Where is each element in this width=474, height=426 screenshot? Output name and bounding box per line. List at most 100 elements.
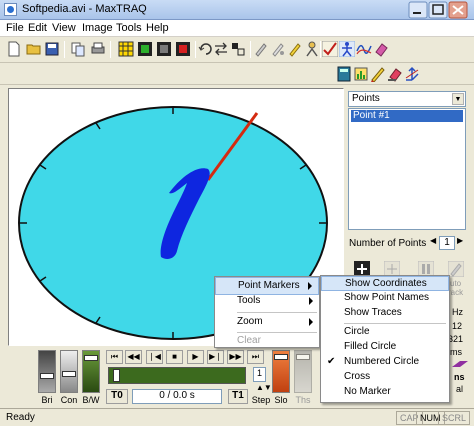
ms-label: ms <box>450 347 462 357</box>
bw-label: B/W <box>82 395 100 405</box>
copy-icon[interactable] <box>70 41 86 57</box>
minimize-button[interactable] <box>408 1 428 19</box>
points-dropdown-label: Points <box>352 93 380 104</box>
brightness-slider[interactable] <box>38 350 56 393</box>
submenu-arrow-icon <box>309 297 313 305</box>
step-arrows-icon[interactable]: ▲▼ <box>256 383 272 392</box>
contrast-slider[interactable] <box>60 350 78 393</box>
grid-color-icon[interactable] <box>118 41 134 57</box>
value-321: 321 <box>448 334 464 344</box>
pen-gray-icon[interactable] <box>270 41 286 57</box>
grid-green-icon[interactable] <box>137 41 153 57</box>
submenu-item-no-marker[interactable]: No Marker <box>321 385 449 400</box>
point-markers-submenu: Show Coordinates Show Point Names Show T… <box>320 275 450 403</box>
pencil-gray-icon[interactable] <box>448 261 464 277</box>
menu-view[interactable]: View <box>52 22 76 34</box>
menu-image[interactable]: Image <box>82 22 113 34</box>
menu-item-zoom[interactable]: Zoom <box>215 314 319 332</box>
threshold-slider[interactable] <box>294 350 312 393</box>
axes-arrows-icon[interactable] <box>404 66 420 82</box>
step-input[interactable]: 1 <box>253 367 266 382</box>
checkmark-icon: ✔ <box>327 356 336 367</box>
rewind-to-start-button[interactable]: ⏮ <box>106 350 123 364</box>
slider-knob[interactable] <box>274 354 288 360</box>
menu-item-label: Tools <box>237 295 261 306</box>
number-of-points-input[interactable]: 1 <box>439 236 455 250</box>
play-button[interactable]: ▶ <box>187 350 204 364</box>
slider-knob[interactable] <box>40 373 54 379</box>
scrl-indicator: SCRL <box>438 411 471 425</box>
slider-knob[interactable] <box>62 371 76 377</box>
crop-icon[interactable] <box>230 41 246 57</box>
submenu-item-filled-circle[interactable]: Filled Circle <box>321 340 449 355</box>
time-display: 0 / 0.0 s <box>132 389 222 404</box>
submenu-item-show-coordinates[interactable]: Show Coordinates <box>321 276 449 291</box>
bw-slider[interactable] <box>82 350 100 393</box>
submenu-item-show-point-names[interactable]: Show Point Names <box>321 291 449 306</box>
close-button[interactable] <box>448 1 468 19</box>
toolbar-separator <box>250 41 251 58</box>
slider-knob[interactable] <box>296 354 310 360</box>
status-bar: Ready CAP NUM SCRL <box>0 408 474 426</box>
increment-arrow-icon[interactable]: ▶ <box>457 236 466 250</box>
menu-item-label: Point Markers <box>238 280 300 291</box>
timeline-slider[interactable] <box>108 367 246 384</box>
save-icon[interactable] <box>44 41 60 57</box>
menu-help[interactable]: Help <box>146 22 169 34</box>
skip-to-end-button[interactable]: ⏭ <box>247 350 264 364</box>
fast-back-button[interactable]: ◀◀ <box>125 350 142 364</box>
marker-pen-icon[interactable] <box>253 41 269 57</box>
number-of-points-label: Number of Points <box>349 238 427 249</box>
list-item[interactable]: Point #1 <box>351 110 463 122</box>
new-file-icon[interactable] <box>6 41 22 57</box>
calculator-icon[interactable] <box>336 66 352 82</box>
step-forward-button[interactable]: ▶❘ <box>207 350 224 364</box>
grid-red-icon[interactable] <box>175 41 191 57</box>
t1-button[interactable]: T1 <box>228 389 248 404</box>
menu-item-label: Zoom <box>237 316 263 327</box>
menu-bar: File Edit View Image Tools Help <box>0 20 474 37</box>
submenu-item-label: Circle <box>344 326 370 337</box>
swap-arrows-icon[interactable] <box>213 41 229 57</box>
menu-file[interactable]: File <box>6 22 24 34</box>
decrement-arrow-icon[interactable]: ◀ <box>430 236 439 250</box>
video-controls: Bri Con B/W ⏮ ◀◀ ❘◀ ■ ▶ ▶❘ ▶▶ ⏭ T0 0 / 0… <box>0 348 346 408</box>
slider-knob[interactable] <box>84 355 98 361</box>
submenu-arrow-icon <box>309 318 313 326</box>
maximize-button[interactable] <box>428 1 448 19</box>
slow-slider[interactable] <box>272 350 290 393</box>
pen-yellow-icon[interactable] <box>287 41 303 57</box>
checkmark-tool-icon[interactable] <box>322 41 338 57</box>
context-menu: Point Markers Tools Zoom Clear <box>214 276 320 348</box>
eraser-red-icon[interactable] <box>387 66 403 82</box>
submenu-item-label: Show Traces <box>344 307 402 318</box>
wave-graph-icon[interactable] <box>356 41 372 57</box>
submenu-item-cross[interactable]: Cross <box>321 370 449 385</box>
submenu-item-numbered-circle[interactable]: ✔ Numbered Circle <box>321 355 449 370</box>
step-back-button[interactable]: ❘◀ <box>146 350 163 364</box>
submenu-item-label: Numbered Circle <box>344 356 420 367</box>
eraser-icon[interactable] <box>373 41 389 57</box>
submenu-item-circle[interactable]: Circle <box>321 325 449 340</box>
menu-item-tools[interactable]: Tools <box>215 293 319 311</box>
chart-bars-icon[interactable] <box>353 66 369 82</box>
print-icon[interactable] <box>90 41 106 57</box>
toolbar-separator <box>64 41 65 58</box>
t0-button[interactable]: T0 <box>106 389 128 404</box>
toolbar-separator <box>195 41 196 58</box>
submenu-item-show-traces[interactable]: Show Traces <box>321 306 449 321</box>
stop-button[interactable]: ■ <box>166 350 183 364</box>
points-dropdown[interactable]: Points ▼ <box>348 91 466 107</box>
person-marker-icon[interactable] <box>304 41 320 57</box>
menu-separator <box>237 312 317 313</box>
open-folder-icon[interactable] <box>26 41 42 57</box>
pencil-color-icon[interactable] <box>370 66 386 82</box>
grid-dark-icon[interactable] <box>156 41 172 57</box>
rotate-icon[interactable] <box>198 41 214 57</box>
fast-forward-button[interactable]: ▶▶ <box>227 350 244 364</box>
points-list[interactable]: Point #1 <box>348 108 466 230</box>
stick-figure-icon[interactable] <box>339 41 355 57</box>
menu-edit[interactable]: Edit <box>28 22 47 34</box>
timeline-thumb[interactable] <box>113 369 120 382</box>
menu-tools[interactable]: Tools <box>116 22 142 34</box>
